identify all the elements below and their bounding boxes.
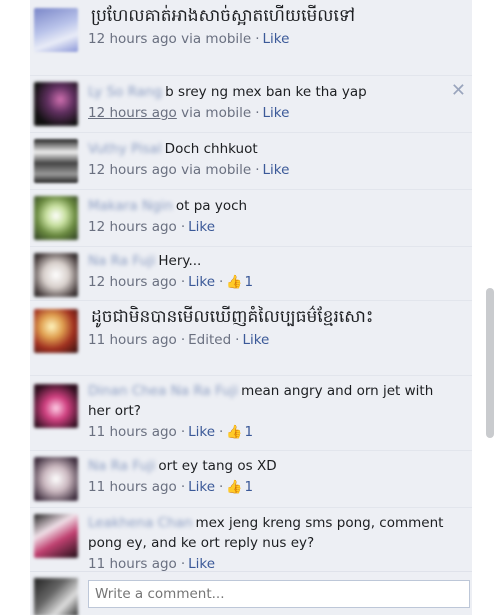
avatar[interactable] [34, 457, 78, 501]
comment-item: Vuthy Pisal Doch chhkuot 12 hours ago via… [30, 133, 472, 190]
avatar[interactable] [34, 253, 78, 297]
comment-author[interactable]: Na Ra Fuji [88, 458, 155, 474]
like-link[interactable]: Like [263, 105, 290, 121]
comment-item: Makara Ngin ot pa yoch 12 hours ago · Like [30, 190, 472, 247]
comment-text: Hery... [158, 253, 202, 269]
timestamp[interactable]: 11 hours ago [88, 556, 177, 572]
comment-composer [30, 571, 472, 615]
comment-text: ort ey tang os XD [158, 458, 277, 474]
like-count[interactable]: 1 [245, 274, 254, 290]
comment-author[interactable]: Na Ra Fuji [88, 253, 155, 269]
thumbs-up-icon: 👍 [226, 480, 243, 495]
like-link[interactable]: Like [188, 424, 215, 440]
comment-item: Dinan Chea Na Ra Fuji mean angry and orn … [30, 376, 472, 451]
comment-meta: 12 hours ago · Like · 👍 1 [88, 274, 254, 290]
avatar[interactable] [34, 139, 78, 183]
comment-meta: 11 hours ago · Like · 👍 1 [88, 424, 254, 440]
timestamp[interactable]: 12 hours ago [88, 274, 177, 290]
comment-item: Leakhena Chan mex jeng kreng sms pong, co… [30, 508, 472, 573]
thumbs-up-icon: 👍 [226, 275, 243, 290]
scrollbar-thumb[interactable] [486, 288, 494, 438]
timestamp[interactable]: 12 hours ago [88, 162, 177, 178]
comment-text: b srey ng mex ban ke tha yap [165, 84, 367, 100]
via-mobile: via mobile [181, 31, 252, 47]
like-link[interactable]: Like [188, 219, 215, 235]
timestamp[interactable]: 12 hours ago [88, 105, 177, 121]
like-link[interactable]: Like [242, 332, 269, 348]
like-link[interactable]: Like [263, 162, 290, 178]
comment-meta: 12 hours ago via mobile · Like [88, 105, 290, 121]
comment-meta: 12 hours ago · Like [88, 219, 216, 235]
like-link[interactable]: Like [188, 556, 215, 572]
avatar[interactable] [34, 82, 78, 126]
comment-item: Ly So Rang b srey ng mex ban ke tha yap 1… [30, 76, 472, 133]
comment-text: ប្រហែលគាត់អាងសាច់ស្អាតហើយមើលទៅ [91, 6, 356, 26]
comment-author[interactable]: Makara Ngin [88, 198, 173, 214]
comment-author[interactable]: Vuthy Pisal [88, 141, 162, 157]
comment-author[interactable]: Ly So Rang [88, 84, 162, 100]
like-link[interactable]: Like [188, 274, 215, 290]
comments-panel: ប្រហែលគាត់អាងសាច់ស្អាតហើយមើលទៅ 12 hours … [30, 0, 472, 615]
comment-author[interactable]: Dinan Chea Na Ra Fuji [88, 383, 238, 399]
comment-item: ប្រហែលគាត់អាងសាច់ស្អាតហើយមើលទៅ 12 hours … [30, 0, 472, 76]
like-count[interactable]: 1 [245, 424, 254, 440]
comment-meta: 11 hours ago · Edited · Like [88, 332, 270, 348]
avatar[interactable] [34, 196, 78, 240]
comment-item: ដូចជាមិនបានមើលឃើញគំលៃប្បធម៌ខ្មែរសោះ 11 h… [30, 301, 472, 376]
timestamp[interactable]: 11 hours ago [88, 332, 177, 348]
timestamp[interactable]: 11 hours ago [88, 479, 177, 495]
comment-input[interactable] [88, 580, 470, 608]
timestamp[interactable]: 12 hours ago [88, 31, 177, 47]
via-mobile: via mobile [181, 162, 252, 178]
close-icon[interactable]: ✕ [451, 82, 466, 100]
avatar[interactable] [34, 514, 78, 558]
avatar[interactable] [34, 8, 78, 52]
via-mobile: via mobile [181, 105, 252, 121]
comment-list: ប្រហែលគាត់អាងសាច់ស្អាតហើយមើលទៅ 12 hours … [30, 0, 472, 573]
comment-text: ot pa yoch [175, 198, 248, 214]
comment-meta: 12 hours ago via mobile · Like [88, 31, 290, 47]
comment-item: Na Ra Fuji ort ey tang os XD 11 hours ago… [30, 451, 472, 508]
avatar[interactable] [34, 384, 78, 428]
like-link[interactable]: Like [188, 479, 215, 495]
comment-text: ដូចជាមិនបានមើលឃើញគំលៃប្បធម៌ខ្មែរសោះ [91, 307, 374, 327]
avatar[interactable] [34, 309, 78, 353]
comment-meta: 11 hours ago · Like · 👍 1 [88, 479, 254, 495]
like-count[interactable]: 1 [245, 479, 254, 495]
timestamp[interactable]: 11 hours ago [88, 424, 177, 440]
comment-item: Na Ra Fuji Hery... 12 hours ago · Like · 👍 1 [30, 247, 472, 301]
comment-author[interactable]: Leakhena Chan [88, 515, 192, 531]
comment-meta: 12 hours ago via mobile · Like [88, 162, 290, 178]
avatar [34, 578, 78, 615]
comment-text: Doch chhkuot [164, 141, 258, 157]
timestamp[interactable]: 12 hours ago [88, 219, 177, 235]
scrollbar[interactable] [484, 0, 496, 615]
like-link[interactable]: Like [263, 31, 290, 47]
thumbs-up-icon: 👍 [226, 425, 243, 440]
edited-label[interactable]: Edited [188, 332, 231, 348]
